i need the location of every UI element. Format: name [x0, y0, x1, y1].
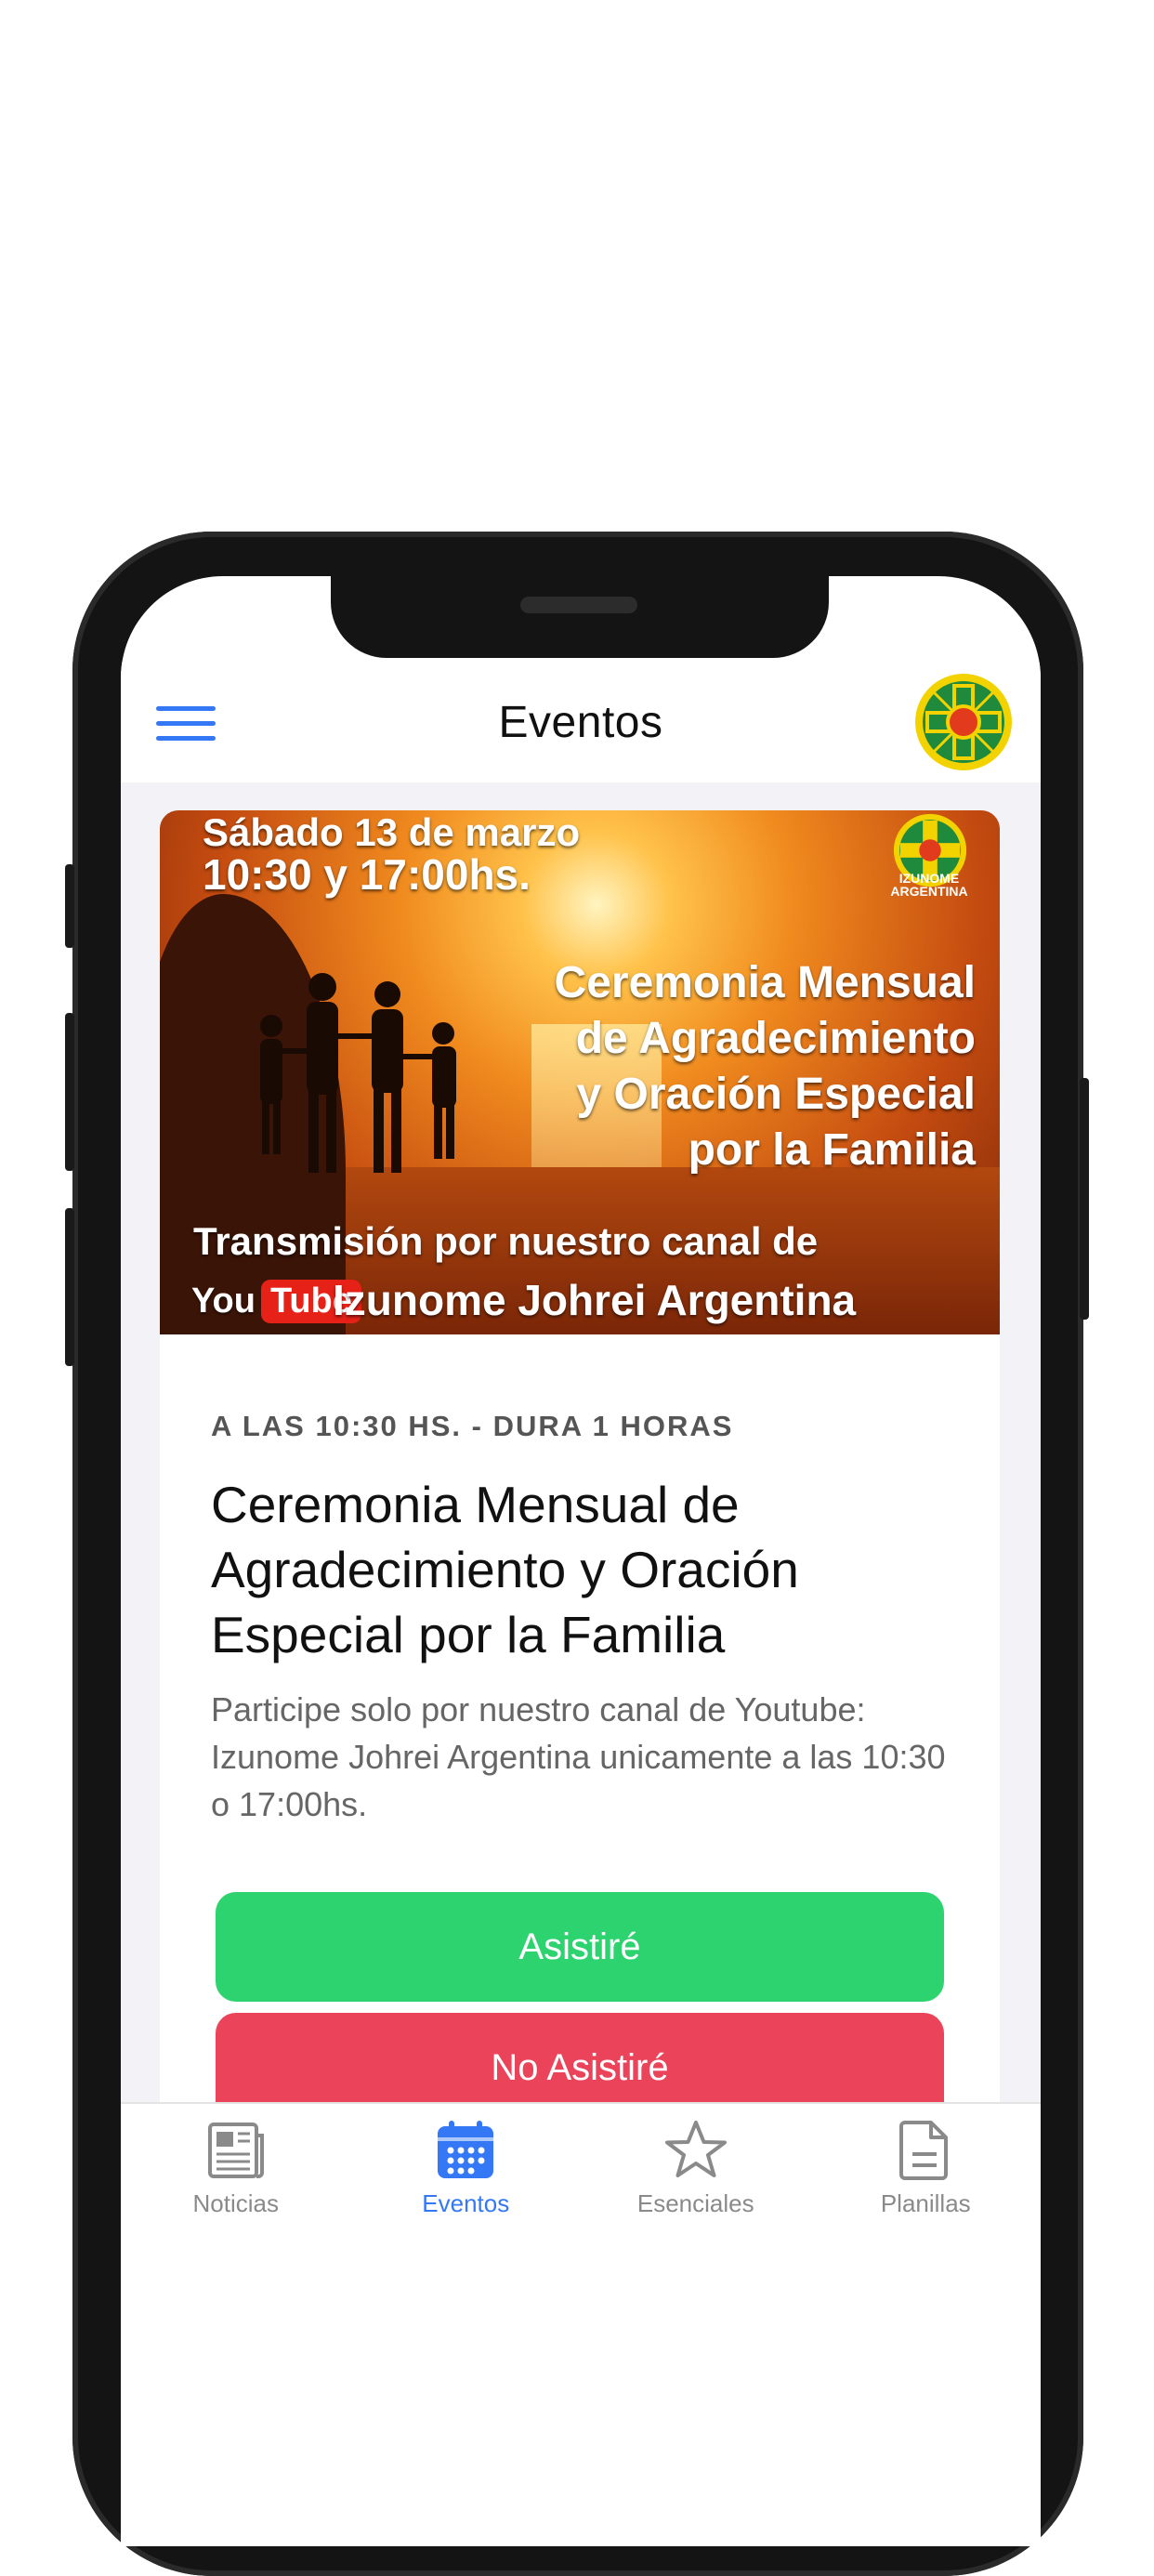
mute-switch: [65, 864, 74, 948]
banner-date: Sábado 13 de marzo: [203, 810, 581, 854]
not-attend-button[interactable]: No Asistiré: [216, 2013, 944, 2102]
family-silhouette: [260, 973, 456, 1173]
star-icon: [664, 2121, 727, 2177]
banner-title-line-1: Ceremonia Mensual: [554, 958, 976, 1007]
volume-down-button: [65, 1208, 74, 1366]
tab-bar: Noticias Eventos Esenciales Planillas: [121, 2102, 1041, 2230]
speaker: [520, 597, 637, 613]
youtube-you-text: You: [191, 1281, 256, 1321]
tab-label-planillas: Planillas: [880, 2189, 971, 2217]
banner-channel: Izunome Johrei Argentina: [333, 1276, 857, 1324]
document-icon: [899, 2121, 949, 2180]
page-title: Eventos: [498, 698, 663, 747]
tab-planillas[interactable]: Planillas: [811, 2104, 1042, 2230]
event-meta: A LAS 10:30 HS. - DURA 1 HORAS: [211, 1410, 734, 1442]
attend-button[interactable]: Asistiré: [216, 1892, 944, 2002]
power-button: [1080, 1078, 1089, 1320]
izunome-logo-icon[interactable]: [912, 671, 1015, 773]
banner-title-line-2: de Agradecimiento: [575, 1014, 976, 1063]
volume-up-button: [65, 1013, 74, 1171]
calendar-icon: [438, 2121, 494, 2178]
tab-esenciales[interactable]: Esenciales: [581, 2104, 811, 2230]
notch: [331, 576, 829, 658]
banner-title-line-3: y Oración Especial: [576, 1070, 976, 1119]
tab-noticias[interactable]: Noticias: [121, 2104, 351, 2230]
phone-screen: Eventos Sábado 13 de marzo 10:30 y 17:00…: [121, 576, 1041, 2546]
event-title: Ceremonia Mensual de Agradecimiento y Or…: [211, 1476, 799, 1663]
banner-time: 10:30 y 17:00hs.: [203, 850, 531, 899]
banner-logo-text: IZUNOME ARGENTINA: [890, 871, 968, 899]
nav-bar: Eventos: [121, 662, 1041, 801]
tab-label-eventos: Eventos: [422, 2189, 510, 2217]
event-card[interactable]: Sábado 13 de marzo 10:30 y 17:00hs. IZUN…: [160, 810, 1000, 2102]
tab-eventos[interactable]: Eventos: [351, 2104, 582, 2230]
newspaper-icon: [207, 2123, 264, 2178]
empty-area: [121, 2228, 1041, 2546]
event-banner-image: Sábado 13 de marzo 10:30 y 17:00hs. IZUN…: [160, 810, 1000, 1334]
banner-transmission: Transmisión por nuestro canal de: [193, 1219, 819, 1263]
tab-label-esenciales: Esenciales: [636, 2189, 754, 2217]
event-description: Participe solo por nuestro canal de Yout…: [211, 1690, 946, 1823]
banner-title-line-4: por la Familia: [688, 1125, 976, 1175]
events-list[interactable]: Sábado 13 de marzo 10:30 y 17:00hs. IZUN…: [121, 782, 1041, 2102]
tab-label-noticias: Noticias: [192, 2189, 279, 2217]
